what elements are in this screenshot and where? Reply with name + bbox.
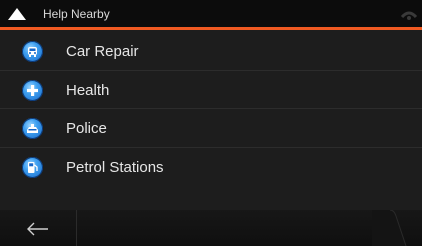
list-item-label: Petrol Stations bbox=[66, 158, 164, 176]
back-arrow-icon bbox=[27, 222, 48, 236]
poi-category-list: Car Repair Health Police Petrol Stations bbox=[0, 32, 422, 186]
header-bar: Help Nearby bbox=[0, 0, 422, 30]
list-item-label: Car Repair bbox=[66, 43, 139, 60]
toolbar-divider bbox=[76, 210, 77, 246]
fuel-pump-icon bbox=[22, 156, 43, 178]
health-cross-icon bbox=[22, 79, 43, 101]
toolbar-corner-decoration bbox=[372, 210, 407, 246]
car-repair-icon bbox=[22, 41, 43, 62]
page-title: Help Nearby bbox=[43, 7, 110, 21]
list-item-car-repair[interactable]: Car Repair bbox=[0, 32, 422, 71]
up-arrow-icon[interactable] bbox=[8, 8, 26, 20]
list-item-health[interactable]: Health bbox=[0, 71, 422, 109]
list-item-petrol-stations[interactable]: Petrol Stations bbox=[0, 148, 422, 187]
back-button[interactable] bbox=[0, 210, 76, 246]
list-item-police[interactable]: Police bbox=[0, 109, 422, 148]
list-item-label: Health bbox=[66, 81, 110, 99]
list-item-label: Police bbox=[66, 120, 107, 137]
bottom-toolbar bbox=[0, 210, 422, 246]
signal-icon bbox=[400, 11, 418, 20]
police-icon bbox=[22, 118, 43, 139]
help-nearby-screen: Help Nearby Car Repair Health Police Pet… bbox=[0, 0, 422, 246]
